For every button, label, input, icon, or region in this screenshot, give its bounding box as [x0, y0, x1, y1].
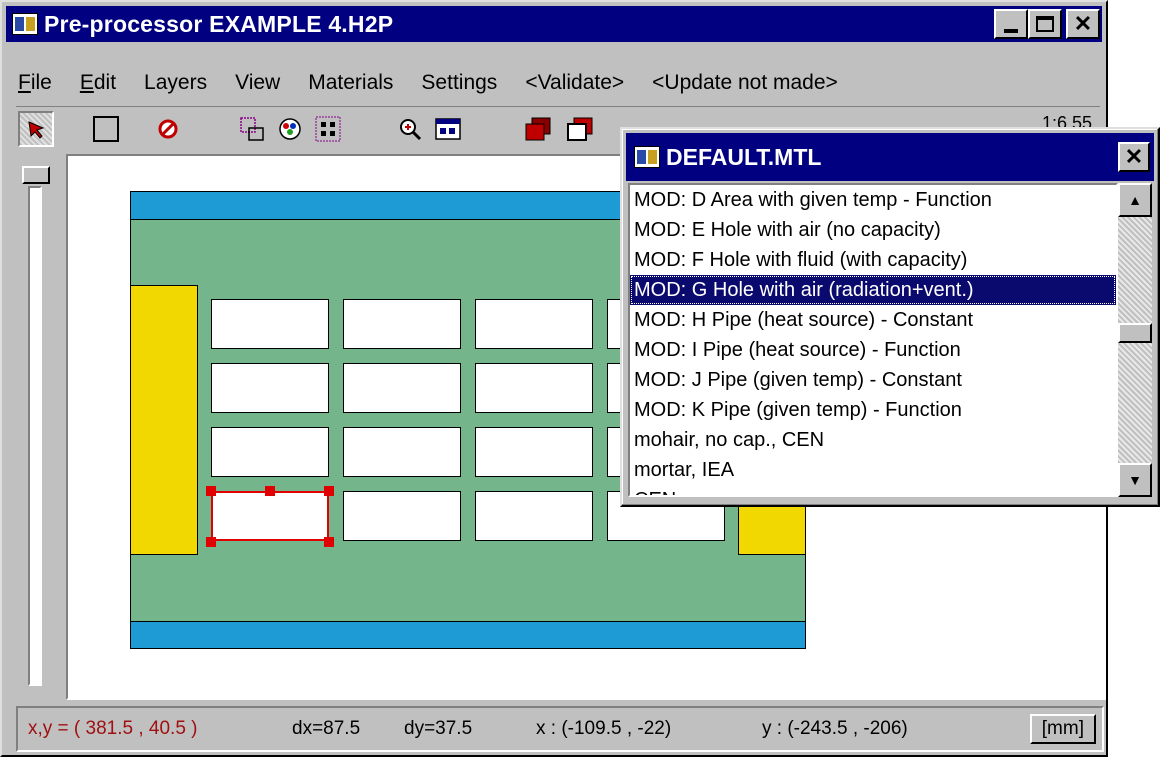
menu-layers-label: Layers — [144, 71, 208, 94]
hole-cell[interactable] — [211, 427, 329, 477]
menu-view-label: View — [235, 71, 281, 94]
material-item[interactable]: CEN — [630, 485, 1116, 495]
scroll-thumb[interactable] — [1118, 323, 1152, 343]
selected-hole-cell[interactable] — [211, 491, 329, 541]
arrow-down-icon: ▼ — [1128, 472, 1142, 488]
window-view-icon[interactable] — [430, 111, 466, 147]
hole-cell[interactable] — [343, 491, 461, 541]
app-icon[interactable] — [12, 13, 38, 35]
arrow-up-icon: ▲ — [1128, 192, 1142, 208]
select-arrow-icon[interactable] — [18, 111, 54, 147]
slider-track[interactable] — [28, 186, 42, 686]
status-dx: dx=87.5 — [292, 718, 361, 739]
menu-edit-label: Edit — [79, 71, 117, 94]
menu-validate[interactable]: <Validate> — [511, 71, 638, 95]
material-item[interactable]: mortar, IEA — [630, 455, 1116, 485]
selection-handle[interactable] — [324, 486, 334, 496]
scroll-up-button[interactable]: ▲ — [1118, 183, 1152, 217]
material-item[interactable]: MOD: J Pipe (given temp) - Constant — [630, 365, 1116, 395]
menu-update-label: <Update not made> — [652, 71, 838, 94]
materials-title-bar[interactable]: DEFAULT.MTL ✕ — [626, 133, 1154, 181]
status-y-range: y : (-243.5 , -206) — [762, 718, 908, 739]
bottom-insulation-layer[interactable] — [130, 621, 806, 649]
materials-window: DEFAULT.MTL ✕ MOD: D Area with given tem… — [620, 127, 1160, 507]
menu-edit[interactable]: Edit — [66, 71, 130, 95]
rectangle-icon[interactable] — [88, 111, 124, 147]
menu-update[interactable]: <Update not made> — [638, 71, 852, 95]
hole-cell[interactable] — [343, 363, 461, 413]
menu-bar: File Edit Layers View Materials Settings… — [6, 64, 1102, 102]
materials-scrollbar[interactable]: ▲ ▼ — [1118, 183, 1152, 497]
window-title: Pre-processor EXAMPLE 4.H2P — [44, 10, 394, 37]
material-item-selected[interactable]: MOD: G Hole with air (radiation+vent.) — [630, 275, 1116, 305]
material-item[interactable]: MOD: E Hole with air (no capacity) — [630, 215, 1116, 245]
grid-points-icon[interactable] — [310, 111, 346, 147]
hole-cell[interactable] — [475, 427, 593, 477]
menu-view[interactable]: View — [221, 71, 294, 95]
materials-title: DEFAULT.MTL — [666, 143, 822, 170]
maximize-button[interactable] — [1028, 9, 1062, 39]
no-entry-icon[interactable] — [150, 111, 186, 147]
material-item[interactable]: MOD: D Area with given temp - Function — [630, 185, 1116, 215]
menu-settings-label: Settings — [421, 71, 498, 94]
minimize-icon — [1004, 29, 1018, 33]
menu-layers[interactable]: Layers — [130, 71, 221, 95]
menu-file-label: File — [18, 71, 52, 94]
left-edge-region[interactable] — [130, 285, 198, 555]
minimize-button[interactable] — [994, 9, 1028, 39]
zoom-icon[interactable] — [392, 111, 428, 147]
close-icon: ✕ — [1124, 144, 1144, 169]
materials-close-button[interactable]: ✕ — [1118, 142, 1150, 172]
status-xy: x,y = ( 381.5 , 40.5 ) — [28, 718, 198, 739]
material-item[interactable]: MOD: K Pipe (given temp) - Function — [630, 395, 1116, 425]
unit-button[interactable]: [mm] — [1029, 714, 1096, 744]
menu-validate-label: <Validate> — [525, 71, 625, 94]
status-dy: dy=37.5 — [404, 718, 473, 739]
hole-cell[interactable] — [343, 427, 461, 477]
title-bar[interactable]: Pre-processor EXAMPLE 4.H2P ✕ — [6, 6, 1102, 42]
menu-materials-label: Materials — [308, 71, 394, 94]
selection-handle[interactable] — [265, 486, 275, 496]
palette-icon[interactable] — [272, 111, 308, 147]
scroll-down-button[interactable]: ▼ — [1118, 463, 1152, 497]
menu-file[interactable]: File — [6, 71, 66, 95]
selection-handle[interactable] — [324, 537, 334, 547]
materials-app-icon[interactable] — [634, 146, 660, 168]
slider-thumb[interactable] — [22, 166, 50, 184]
selection-handle[interactable] — [206, 486, 216, 496]
hole-cell[interactable] — [475, 491, 593, 541]
hole-cell[interactable] — [475, 299, 593, 349]
status-bar: x,y = ( 381.5 , 40.5 ) dx=87.5 dy=37.5 x… — [16, 706, 1104, 752]
hole-cell[interactable] — [475, 363, 593, 413]
hole-cell[interactable] — [343, 299, 461, 349]
hole-cell[interactable] — [211, 299, 329, 349]
menu-settings[interactable]: Settings — [407, 71, 511, 95]
material-item[interactable]: MOD: I Pipe (heat source) - Function — [630, 335, 1116, 365]
window-controls: ✕ — [994, 9, 1100, 39]
materials-list[interactable]: MOD: D Area with given temp - Function M… — [628, 183, 1118, 497]
menu-materials[interactable]: Materials — [294, 71, 407, 95]
hole-cell[interactable] — [211, 363, 329, 413]
status-x-range: x : (-109.5 , -22) — [536, 718, 672, 739]
layer-slider[interactable] — [20, 158, 52, 693]
close-button[interactable]: ✕ — [1066, 9, 1100, 39]
close-icon: ✕ — [1073, 11, 1093, 36]
material-item[interactable]: mohair, no cap., CEN — [630, 425, 1116, 455]
layer-back-icon[interactable] — [562, 111, 598, 147]
material-item[interactable]: MOD: H Pipe (heat source) - Constant — [630, 305, 1116, 335]
selection-handle[interactable] — [206, 537, 216, 547]
maximize-icon — [1036, 16, 1054, 32]
layer-front-icon[interactable] — [520, 111, 556, 147]
material-item[interactable]: MOD: F Hole with fluid (with capacity) — [630, 245, 1116, 275]
copy-shape-icon[interactable] — [234, 111, 270, 147]
